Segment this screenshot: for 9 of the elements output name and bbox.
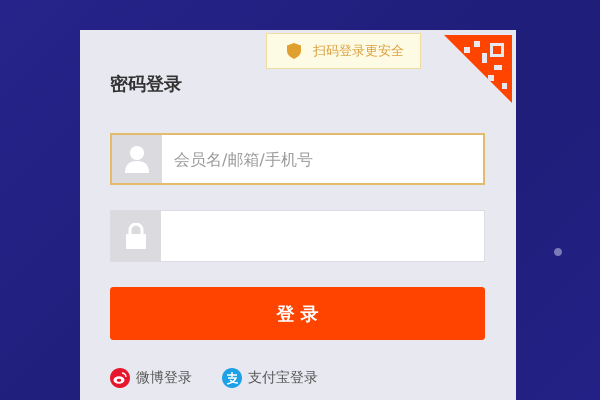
tooltip-text: 扫码登录更安全: [313, 43, 404, 60]
social-login-link[interactable]: 微博登录: [110, 368, 192, 388]
login-button[interactable]: 登 录: [110, 287, 485, 340]
social-login-link[interactable]: 支付宝登录: [222, 368, 318, 388]
shield-icon: [287, 43, 301, 59]
alipay-logo-icon: [222, 368, 242, 388]
weibo-logo-icon: [110, 368, 130, 388]
decor-dot: [554, 248, 562, 256]
login-title: 密码登录: [110, 73, 183, 97]
